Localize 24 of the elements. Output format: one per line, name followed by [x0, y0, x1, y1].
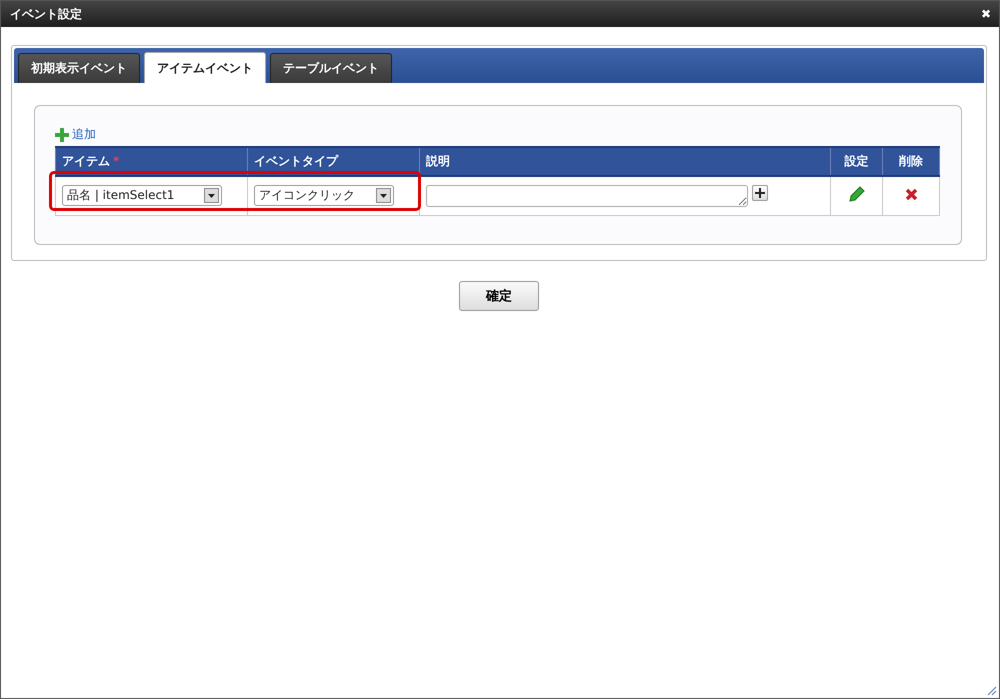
add-line-button[interactable]: [752, 184, 768, 201]
plus-icon: [55, 128, 69, 142]
pencil-icon: [848, 186, 864, 202]
column-header: アイテム *: [56, 147, 248, 176]
window-title: イベント設定: [10, 6, 82, 22]
item-select[interactable]: 品名 | itemSelect1: [62, 185, 222, 206]
resize-grip-icon: [985, 684, 997, 696]
add-label: 追加: [72, 126, 96, 143]
confirm-button[interactable]: 確定: [459, 280, 539, 310]
add-link[interactable]: 追加: [55, 126, 96, 143]
required-mark: *: [113, 154, 120, 168]
plus-icon: [755, 188, 765, 198]
edit-button[interactable]: [848, 186, 864, 202]
close-icon: [904, 188, 918, 201]
description-field[interactable]: [426, 184, 748, 207]
tab[interactable]: テーブルイベント: [270, 53, 392, 83]
column-header: 削除: [882, 147, 940, 176]
event-type-select[interactable]: アイコンクリック: [254, 185, 394, 206]
tab[interactable]: 初期表示イベント: [18, 53, 140, 83]
tab[interactable]: アイテムイベント: [144, 52, 266, 83]
delete-button[interactable]: [904, 188, 918, 201]
column-header: 説明: [420, 147, 830, 176]
close-button[interactable]: ✖: [981, 7, 991, 21]
column-header: 設定: [830, 147, 882, 176]
